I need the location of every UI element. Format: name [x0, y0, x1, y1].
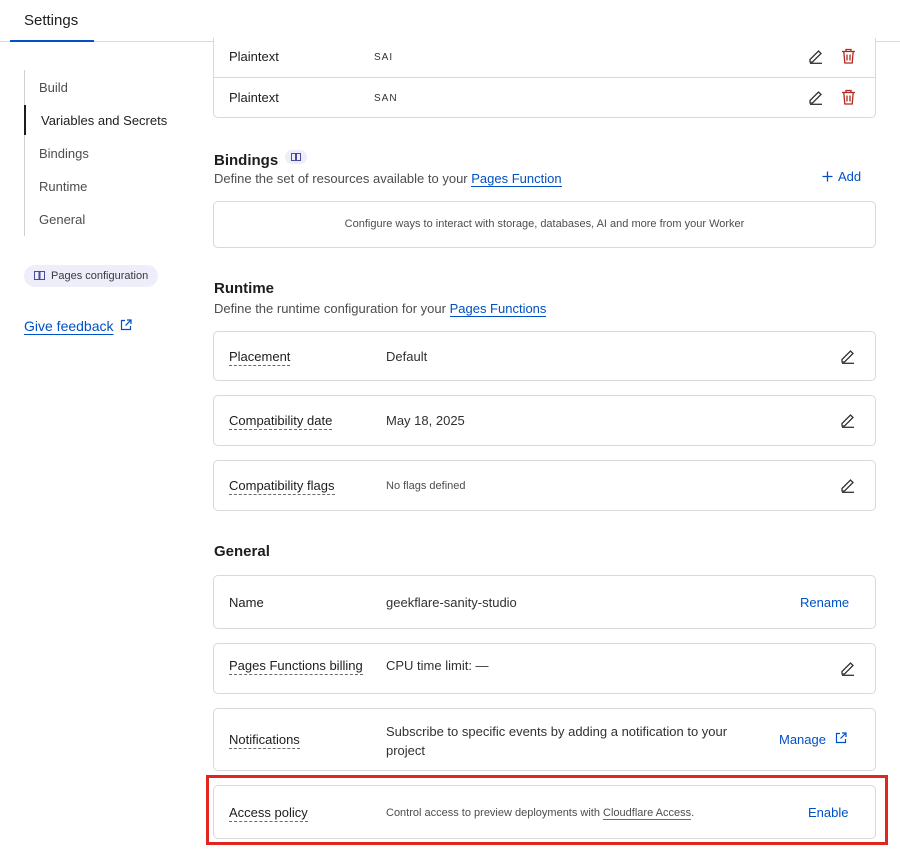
bindings-desc-text: Define the set of resources available to… [214, 171, 472, 186]
pages-configuration-button[interactable]: Pages configuration [24, 265, 158, 287]
settings-sidenav: Build Variables and Secrets Bindings Run… [24, 70, 194, 236]
runtime-desc-text: Define the runtime configuration for you… [214, 301, 450, 316]
placement-value: Default [386, 349, 428, 364]
bindings-empty-card: Configure ways to interact with storage,… [213, 201, 876, 248]
bindings-description: Define the set of resources available to… [214, 171, 562, 187]
placement-row: Placement Default [213, 331, 876, 381]
name-label: Name [229, 595, 264, 610]
add-binding-button[interactable]: Add [822, 169, 861, 184]
variable-type: Plaintext [229, 49, 279, 64]
sidebar-item-build[interactable]: Build [25, 72, 193, 102]
variable-row: Plaintext SAI [213, 38, 876, 78]
name-row: Name geekflare-sanity-studio Rename [213, 575, 876, 629]
notifications-row: Notifications Subscribe to specific even… [213, 708, 876, 771]
manage-button[interactable]: Manage [779, 732, 847, 747]
highlight-box [206, 775, 888, 845]
variable-row: Plaintext SAN [213, 77, 876, 118]
bindings-title: Bindings [214, 150, 308, 169]
sidebar-item-bindings[interactable]: Bindings [25, 138, 193, 168]
edit-icon[interactable] [808, 48, 824, 64]
trash-icon[interactable] [841, 48, 856, 64]
billing-value: CPU time limit: — [386, 658, 489, 673]
add-label: Add [838, 169, 862, 184]
sidebar-item-variables-and-secrets[interactable]: Variables and Secrets [24, 105, 192, 135]
billing-row: Pages Functions billing CPU time limit: … [213, 643, 876, 694]
name-value: geekflare-sanity-studio [386, 595, 517, 610]
variable-name: SAI [374, 52, 394, 63]
bindings-empty-text: Configure ways to interact with storage,… [344, 218, 745, 230]
book-icon [291, 153, 302, 161]
settings-header: Settings [0, 0, 900, 42]
trash-icon[interactable] [841, 89, 856, 105]
compatibility-date-row: Compatibility date May 18, 2025 [213, 395, 876, 446]
edit-icon[interactable] [840, 477, 856, 493]
rename-button[interactable]: Rename [800, 595, 849, 610]
pages-configuration-label: Pages configuration [51, 270, 149, 282]
book-icon [34, 271, 45, 280]
general-title: General [214, 543, 270, 560]
bindings-title-text: Bindings [214, 152, 279, 169]
billing-label[interactable]: Pages Functions billing [229, 658, 363, 675]
runtime-title: Runtime [214, 280, 274, 297]
give-feedback-label: Give feedback [24, 318, 114, 334]
pages-functions-link[interactable]: Pages Functions [449, 301, 547, 317]
placement-label[interactable]: Placement [229, 349, 291, 366]
edit-icon[interactable] [808, 89, 824, 105]
sidebar-item-runtime[interactable]: Runtime [25, 171, 193, 201]
manage-label: Manage [779, 732, 826, 747]
variable-name: SAN [374, 93, 398, 104]
notifications-value: Subscribe to specific events by adding a… [386, 724, 728, 758]
edit-icon[interactable] [840, 348, 856, 364]
edit-icon[interactable] [840, 660, 856, 676]
give-feedback-link[interactable]: Give feedback [24, 318, 132, 334]
variable-type: Plaintext [229, 90, 279, 105]
external-link-icon [835, 732, 847, 744]
notifications-label[interactable]: Notifications [229, 732, 300, 749]
tab-settings[interactable]: Settings [10, 0, 94, 42]
plus-icon [822, 171, 833, 182]
edit-icon[interactable] [840, 412, 856, 428]
compatibility-date-value: May 18, 2025 [386, 413, 465, 428]
sidebar-item-general[interactable]: General [25, 204, 193, 234]
compatibility-flags-value: No flags defined [386, 480, 466, 492]
external-link-icon [120, 319, 132, 331]
docs-badge[interactable] [285, 150, 308, 164]
compatibility-flags-row: Compatibility flags No flags defined [213, 460, 876, 511]
pages-function-link[interactable]: Pages Function [471, 171, 562, 187]
compatibility-flags-label[interactable]: Compatibility flags [229, 478, 335, 495]
runtime-description: Define the runtime configuration for you… [214, 301, 547, 317]
compatibility-date-label[interactable]: Compatibility date [229, 413, 333, 430]
